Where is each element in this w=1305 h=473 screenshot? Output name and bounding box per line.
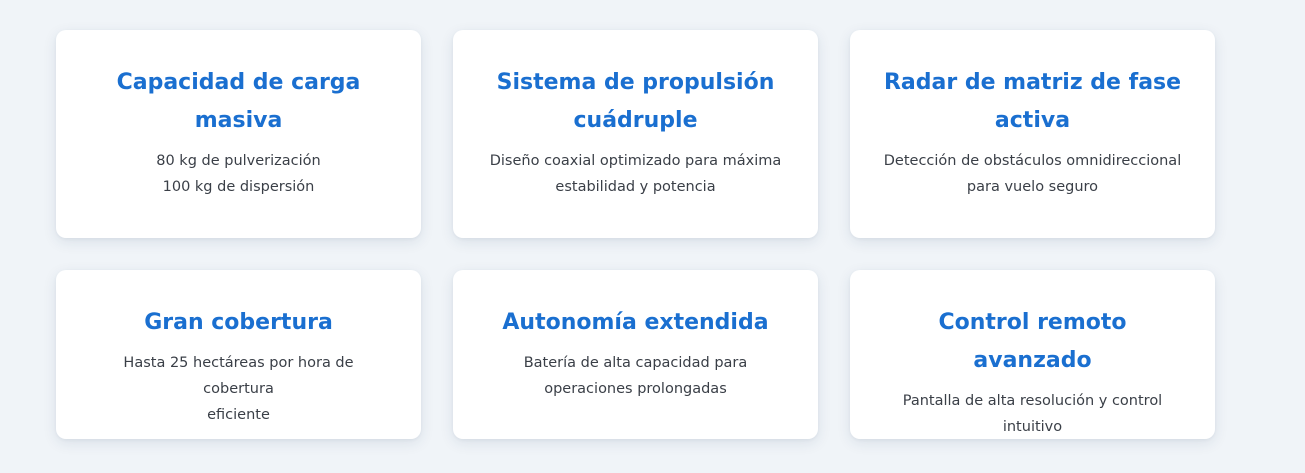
feature-description-line: 80 kg de pulverización [156, 153, 321, 169]
feature-card-radar: Radar de matriz de fase activa Detección… [850, 30, 1215, 238]
feature-title: Radar de matriz de fase activa [878, 64, 1187, 140]
feature-card-autonomy: Autonomía extendida Batería de alta capa… [453, 270, 818, 439]
feature-description-line: intuitivo [1002, 419, 1063, 435]
feature-title-line: Gran cobertura [144, 310, 333, 335]
feature-title: Autonomía extendida [481, 304, 790, 342]
feature-description: Hasta 25 hectáreas por hora de cobertura… [89, 350, 389, 428]
feature-description-line: operaciones prolongadas [544, 381, 727, 397]
feature-card-remote-control: Control remoto avanzado Pantalla de alta… [850, 270, 1215, 439]
feature-title-line: Radar de matriz de fase [883, 70, 1182, 95]
feature-card-coverage: Gran cobertura Hasta 25 hectáreas por ho… [56, 270, 421, 439]
feature-description-line: Hasta 25 hectáreas por hora de cobertura [123, 355, 354, 397]
feature-description: Batería de alta capacidad para operacion… [486, 350, 786, 402]
feature-title: Sistema de propulsión cuádruple [481, 64, 790, 140]
feature-card-payload: Capacidad de carga masiva 80 kg de pulve… [56, 30, 421, 238]
feature-description-line: Pantalla de alta resolución y control [902, 393, 1163, 409]
feature-description: Detección de obstáculos omnidireccional … [883, 148, 1183, 200]
feature-title-line: Sistema de propulsión [496, 70, 775, 95]
feature-title-line: activa [994, 108, 1071, 133]
feature-description-line: 100 kg de dispersión [162, 179, 315, 195]
feature-title: Gran cobertura [84, 304, 393, 342]
feature-title-line: Capacidad de carga [116, 70, 361, 95]
feature-description-line: para vuelo seguro [966, 179, 1099, 195]
feature-description-line: estabilidad y potencia [555, 179, 716, 195]
feature-description: 80 kg de pulverización 100 kg de dispers… [89, 148, 389, 200]
feature-title-line: Control remoto avanzado [938, 310, 1127, 373]
feature-title: Control remoto avanzado [878, 304, 1187, 380]
feature-description: Pantalla de alta resolución y control in… [883, 388, 1183, 440]
feature-grid: Capacidad de carga masiva 80 kg de pulve… [56, 30, 1215, 439]
feature-card-propulsion: Sistema de propulsión cuádruple Diseño c… [453, 30, 818, 238]
feature-title-line: masiva [194, 108, 283, 133]
feature-description-line: eficiente [207, 407, 270, 423]
feature-description-line: Batería de alta capacidad para [523, 355, 748, 371]
feature-description-line: Detección de obstáculos omnidireccional [883, 153, 1182, 169]
feature-title-line: cuádruple [573, 108, 698, 133]
feature-title-line: Autonomía extendida [502, 310, 769, 335]
feature-description: Diseño coaxial optimizado para máxima es… [486, 148, 786, 200]
feature-title: Capacidad de carga masiva [84, 64, 393, 140]
feature-description-line: Diseño coaxial optimizado para máxima [489, 153, 782, 169]
